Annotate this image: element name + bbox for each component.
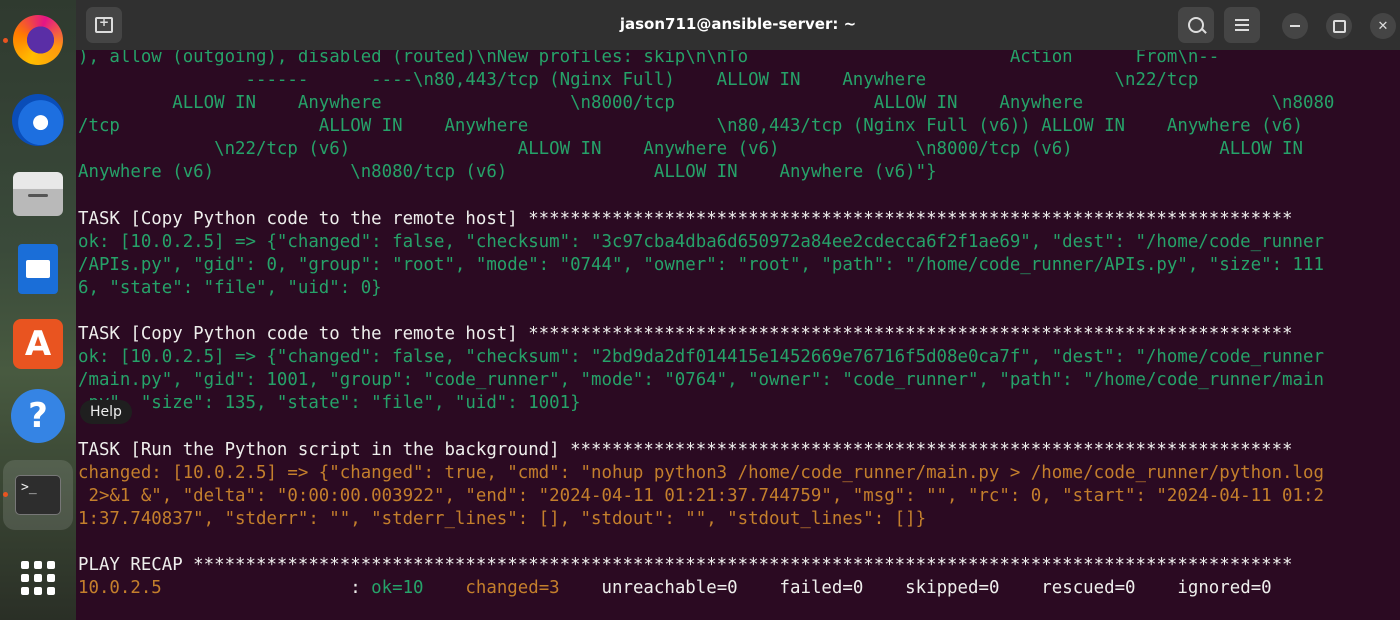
terminal-line: changed: [10.0.2.5] => {"changed": true,… [78, 462, 1324, 483]
terminal-active-highlight: >_ [3, 460, 73, 530]
terminal-line: TASK [Copy Python code to the remote hos… [78, 208, 1293, 229]
minimize-icon [1290, 25, 1300, 27]
help-icon: ? [11, 389, 65, 443]
maximize-icon [1332, 19, 1346, 33]
terminal-line: ALLOW IN Anywhere \n8000/tcp ALLOW IN An… [78, 93, 1335, 114]
dock-item-files[interactable] [0, 168, 76, 220]
terminal-lines: ), allow (outgoing), disabled (routed)\n… [78, 46, 1398, 577]
search-icon [1188, 17, 1204, 33]
terminal-line: 6, "state": "file", "uid": 0} [78, 277, 382, 298]
terminal-line: TASK [Copy Python code to the remote hos… [78, 324, 1293, 345]
terminal-window: ), allow (outgoing), disabled (routed)\n… [76, 0, 1400, 620]
dock-item-terminal[interactable]: >_ [0, 458, 76, 532]
thunderbird-icon [12, 94, 64, 146]
terminal-line: ------ ----\n80,443/tcp (Nginx Full) ALL… [78, 70, 1199, 91]
close-icon: ✕ [1377, 18, 1389, 34]
terminal-line: 2>&1 &", "delta": "0:00:00.003922", "end… [78, 485, 1324, 506]
hamburger-menu-icon [1235, 19, 1249, 31]
dock-item-app-center[interactable]: A [0, 318, 76, 370]
writer-icon [18, 244, 58, 294]
recap-rest: unreachable=0 failed=0 skipped=0 rescued… [601, 578, 1272, 599]
terminal-line: .py", "size": 135, "state": "file", "uid… [78, 393, 581, 414]
terminal-output[interactable]: ), allow (outgoing), disabled (routed)\n… [78, 46, 1398, 620]
running-indicator [3, 38, 8, 43]
terminal-icon: >_ [15, 475, 61, 515]
terminal-line: ok: [10.0.2.5] => {"changed": false, "ch… [78, 347, 1324, 368]
recap-ok: ok=10 [371, 578, 424, 599]
terminal-line: TASK [Run the Python script in the backg… [78, 439, 1293, 460]
recap-line: 10.0.2.5 : ok=10 changed=3 unreachable=0… [78, 577, 1398, 600]
terminal-line: PLAY RECAP *****************************… [78, 555, 1293, 576]
app-center-icon: A [13, 319, 63, 369]
dock: A ? >_ [0, 0, 76, 620]
terminal-line: Anywhere (v6) \n8080/tcp (v6) ALLOW IN A… [78, 162, 937, 183]
recap-sep: : [161, 578, 372, 599]
show-apps-button[interactable] [0, 556, 76, 600]
dock-item-firefox[interactable] [0, 14, 76, 66]
firefox-icon [13, 15, 63, 65]
menu-button[interactable] [1224, 7, 1260, 43]
maximize-button[interactable] [1326, 13, 1352, 39]
close-button[interactable]: ✕ [1370, 13, 1396, 39]
grid-icon [21, 561, 55, 595]
recap-changed: changed=3 [465, 578, 560, 599]
terminal-line: 1:37.740837", "stderr": "", "stderr_line… [78, 508, 927, 529]
running-indicator [3, 492, 8, 497]
terminal-line: ok: [10.0.2.5] => {"changed": false, "ch… [78, 231, 1324, 252]
title-bar: jason711@ansible-server: ~ ✕ [76, 0, 1400, 50]
dock-item-help[interactable]: ? [0, 386, 76, 446]
files-icon [13, 172, 63, 216]
terminal-line: /APIs.py", "gid": 0, "group": "root", "m… [78, 254, 1324, 275]
terminal-line: \n22/tcp (v6) ALLOW IN Anywhere (v6) \n8… [78, 139, 1303, 160]
help-tooltip: Help [80, 400, 132, 424]
recap-host: 10.0.2.5 [78, 578, 162, 599]
terminal-line: /main.py", "gid": 1001, "group": "code_r… [78, 370, 1324, 391]
terminal-line: /tcp ALLOW IN Anywhere \n80,443/tcp (Ngi… [78, 116, 1303, 137]
dock-item-writer[interactable] [0, 242, 76, 296]
minimize-button[interactable] [1282, 13, 1308, 39]
dock-item-thunderbird[interactable] [0, 92, 76, 148]
search-button[interactable] [1178, 7, 1214, 43]
